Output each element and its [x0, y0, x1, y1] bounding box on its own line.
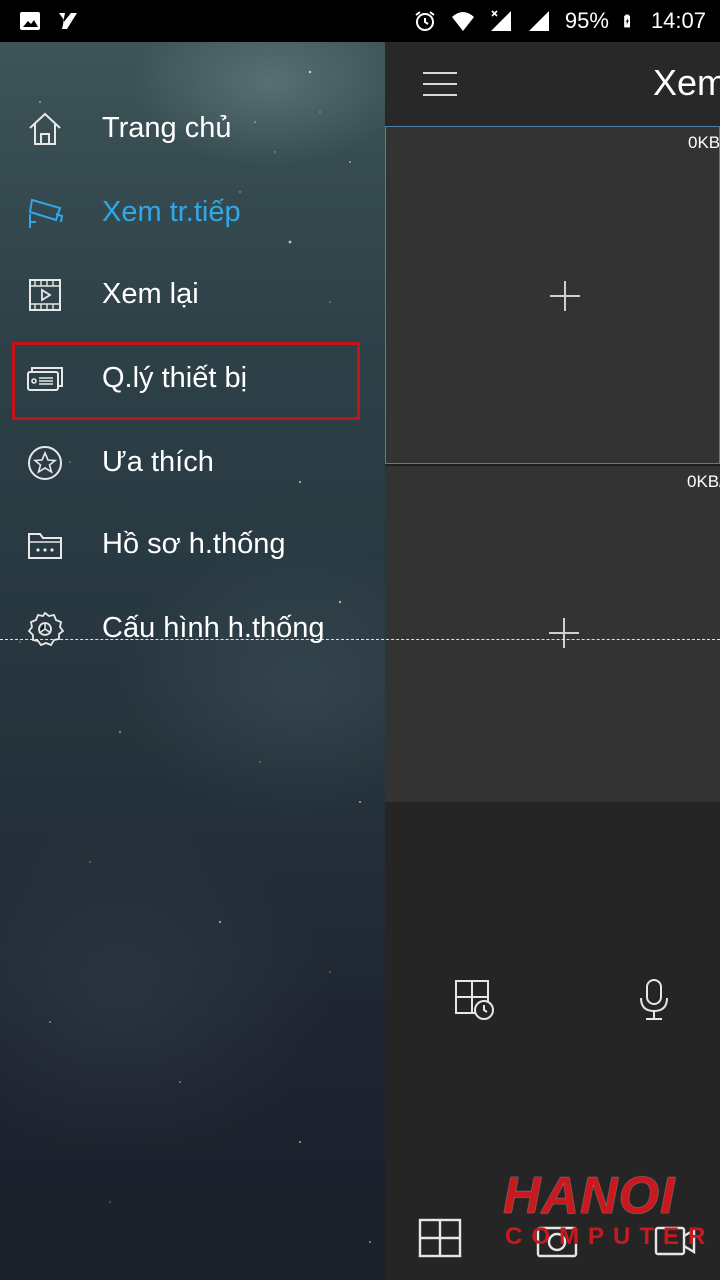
image-icon	[20, 12, 40, 30]
highlight-annotation-box	[12, 342, 360, 420]
home-icon	[29, 112, 61, 145]
alarm-icon	[415, 11, 435, 31]
star-icon	[28, 446, 62, 480]
dashed-guide-line	[0, 639, 720, 640]
playback-film-icon	[29, 279, 61, 311]
signal-icon	[528, 11, 549, 31]
drawer-item-label: Xem lại	[102, 278, 199, 310]
video-tile-1[interactable]: 0KB/S	[385, 126, 720, 464]
microphone-icon[interactable]	[633, 978, 677, 1022]
video-tile-2[interactable]: 0KB/S	[385, 466, 720, 802]
wifi-icon	[451, 12, 474, 31]
drawer-item-playback[interactable]: Xem lại	[0, 254, 385, 336]
signal-icon	[490, 10, 511, 31]
gear-icon	[27, 611, 64, 647]
drawer-item-label: Cấu hình h.thống	[102, 612, 325, 644]
watermark-line-1: HANOI	[503, 1167, 676, 1225]
folder-icon	[28, 533, 62, 559]
watermark-line-2: COMPUTER	[505, 1223, 715, 1250]
navigation-drawer: Trang chủ Xem tr.tiếp Xem lại Q.lý thiết…	[0, 42, 385, 1280]
drawer-item-home[interactable]: Trang chủ	[0, 88, 385, 170]
status-bar-left	[18, 9, 80, 33]
drawer-item-system-records[interactable]: Hồ sơ h.thống	[0, 504, 385, 586]
drawer-item-live-view[interactable]: Xem tr.tiếp	[0, 172, 385, 254]
tasker-icon	[59, 13, 77, 29]
hanoi-computer-watermark-logo: HANOI COMPUTER	[503, 1167, 705, 1252]
clock: 14:07	[650, 8, 706, 33]
drawer-item-label: Trang chủ	[102, 112, 232, 144]
drawer-item-label: Hồ sơ h.thống	[102, 528, 286, 560]
bitrate-label: 0KB/S	[687, 472, 720, 491]
battery-icon	[624, 14, 630, 28]
drawer-item-label: Xem tr.tiếp	[102, 196, 241, 228]
grid-layout-icon[interactable]	[418, 1218, 462, 1262]
status-bar: 95% 14:07	[0, 0, 720, 42]
live-view-pane: Xem tr.tiếp 0KB/S 0KB/S	[385, 42, 720, 1280]
status-bar-right: 95% 14:07	[413, 8, 706, 34]
drawer-item-favorites[interactable]: Ưa thích	[0, 422, 385, 504]
camera-icon	[28, 198, 64, 228]
battery-percent: 95%	[564, 8, 609, 33]
add-camera-plus-icon[interactable]	[550, 281, 580, 311]
menu-button[interactable]	[419, 66, 463, 102]
add-camera-plus-icon[interactable]	[549, 618, 579, 648]
bitrate-label: 0KB/S	[688, 133, 720, 152]
drawer-item-system-config[interactable]: Cấu hình h.thống	[0, 588, 385, 670]
split-view-clock-icon[interactable]	[453, 978, 497, 1022]
drawer-item-label: Ưa thích	[102, 446, 214, 478]
top-app-bar: Xem tr.tiếp	[385, 42, 720, 126]
page-title: Xem tr.tiếp	[653, 62, 720, 103]
